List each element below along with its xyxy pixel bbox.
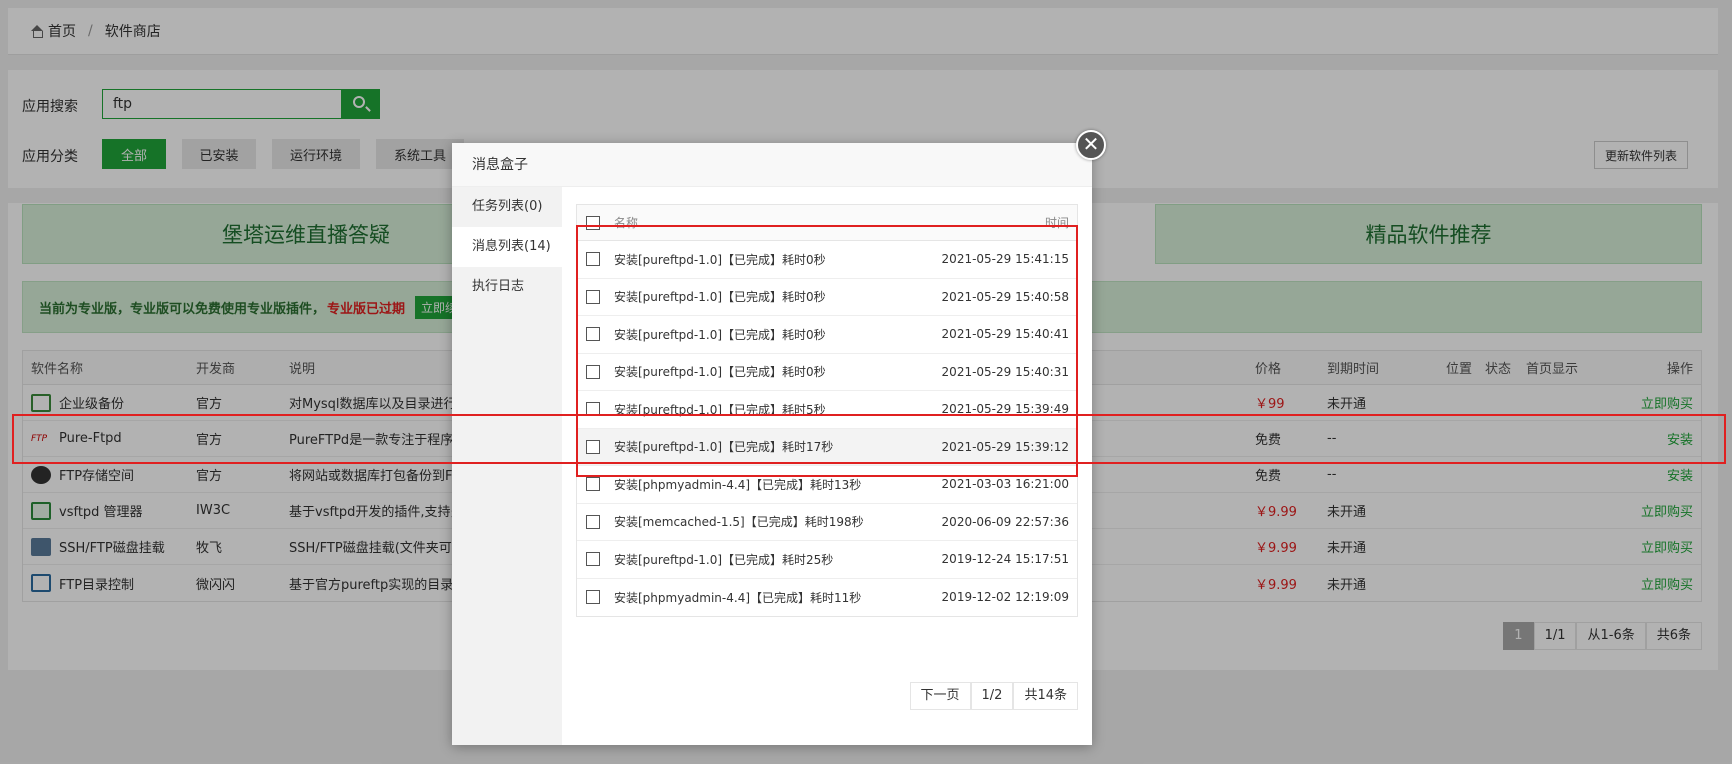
message-table-header: 名称 时间: [577, 205, 1077, 241]
message-row: 安装[pureftpd-1.0]【已完成】耗时0秒 2021-05-29 15:4…: [577, 316, 1077, 354]
message-time: 2021-05-29 15:40:41: [941, 327, 1069, 342]
message-checkbox[interactable]: [586, 364, 600, 379]
message-checkbox[interactable]: [586, 439, 600, 454]
select-all-checkbox[interactable]: [586, 215, 600, 230]
message-name: 安装[pureftpd-1.0]【已完成】耗时0秒: [614, 290, 826, 305]
message-row: 安装[pureftpd-1.0]【已完成】耗时25秒 2019-12-24 15:…: [577, 541, 1077, 579]
message-checkbox[interactable]: [586, 327, 600, 342]
message-row: 安装[pureftpd-1.0]【已完成】耗时17秒 2021-05-29 15:…: [577, 428, 1077, 466]
message-checkbox[interactable]: [586, 590, 600, 605]
message-pager-pages: 1/2: [970, 682, 1014, 710]
message-checkbox[interactable]: [586, 477, 600, 492]
message-name: 安装[pureftpd-1.0]【已完成】耗时25秒: [614, 552, 834, 567]
message-checkbox[interactable]: [586, 289, 600, 304]
message-pager-total: 共14条: [1013, 682, 1078, 710]
message-name: 安装[memcached-1.5]【已完成】耗时198秒: [614, 515, 864, 530]
message-name: 安装[phpmyadmin-4.4]【已完成】耗时13秒: [614, 477, 862, 492]
message-pager: 下一页 1/2 共14条: [909, 682, 1078, 710]
message-name: 安装[pureftpd-1.0]【已完成】耗时5秒: [614, 402, 826, 417]
message-checkbox[interactable]: [586, 252, 600, 267]
message-name: 安装[phpmyadmin-4.4]【已完成】耗时11秒: [614, 590, 862, 605]
message-table: 名称 时间 安装[pureftpd-1.0]【已完成】耗时0秒 2021-05-2…: [576, 204, 1078, 617]
message-checkbox[interactable]: [586, 514, 600, 529]
col-msg-time: 时间: [1044, 216, 1069, 230]
message-time: 2021-05-29 15:39:12: [941, 439, 1069, 454]
message-checkbox[interactable]: [586, 402, 600, 417]
message-name: 安装[pureftpd-1.0]【已完成】耗时0秒: [614, 252, 826, 267]
message-row: 安装[pureftpd-1.0]【已完成】耗时0秒 2021-05-29 15:4…: [577, 354, 1077, 391]
message-row: 安装[pureftpd-1.0]【已完成】耗时0秒 2021-05-29 15:4…: [577, 279, 1077, 316]
message-row: 安装[pureftpd-1.0]【已完成】耗时0秒 2021-05-29 15:4…: [577, 241, 1077, 279]
tab-task-list[interactable]: 任务列表(0): [452, 187, 562, 227]
message-box-dialog: 消息盒子 任务列表(0) 消息列表(14) 执行日志 名称 时间 安装[pure…: [452, 143, 1092, 745]
message-time: 2021-03-03 16:21:00: [941, 477, 1069, 492]
message-time: 2019-12-02 12:19:09: [941, 590, 1069, 605]
message-time: 2021-05-29 15:40:31: [941, 364, 1069, 379]
dialog-content: 名称 时间 安装[pureftpd-1.0]【已完成】耗时0秒 2021-05-2…: [562, 187, 1092, 745]
tab-message-list[interactable]: 消息列表(14): [452, 227, 562, 267]
dialog-sidebar: 任务列表(0) 消息列表(14) 执行日志: [452, 187, 562, 745]
tab-exec-log[interactable]: 执行日志: [452, 267, 562, 307]
message-row: 安装[phpmyadmin-4.4]【已完成】耗时13秒 2021-03-03 1…: [577, 466, 1077, 504]
dialog-title: 消息盒子: [452, 143, 1092, 187]
close-icon[interactable]: ✕: [1076, 130, 1106, 160]
message-name: 安装[pureftpd-1.0]【已完成】耗时17秒: [614, 440, 834, 455]
message-time: 2021-05-29 15:40:58: [941, 289, 1069, 304]
message-time: 2019-12-24 15:17:51: [941, 552, 1069, 567]
message-row: 安装[pureftpd-1.0]【已完成】耗时5秒 2021-05-29 15:3…: [577, 391, 1077, 429]
col-msg-name: 名称: [614, 216, 639, 230]
message-checkbox[interactable]: [586, 552, 600, 567]
message-name: 安装[pureftpd-1.0]【已完成】耗时0秒: [614, 365, 826, 380]
message-row: 安装[memcached-1.5]【已完成】耗时198秒 2020-06-09 2…: [577, 504, 1077, 541]
message-name: 安装[pureftpd-1.0]【已完成】耗时0秒: [614, 327, 826, 342]
message-row: 安装[phpmyadmin-4.4]【已完成】耗时11秒 2019-12-02 1…: [577, 579, 1077, 617]
message-time: 2020-06-09 22:57:36: [941, 514, 1069, 529]
next-page-button[interactable]: 下一页: [909, 682, 971, 710]
message-time: 2021-05-29 15:39:49: [941, 402, 1069, 417]
message-time: 2021-05-29 15:41:15: [941, 252, 1069, 267]
